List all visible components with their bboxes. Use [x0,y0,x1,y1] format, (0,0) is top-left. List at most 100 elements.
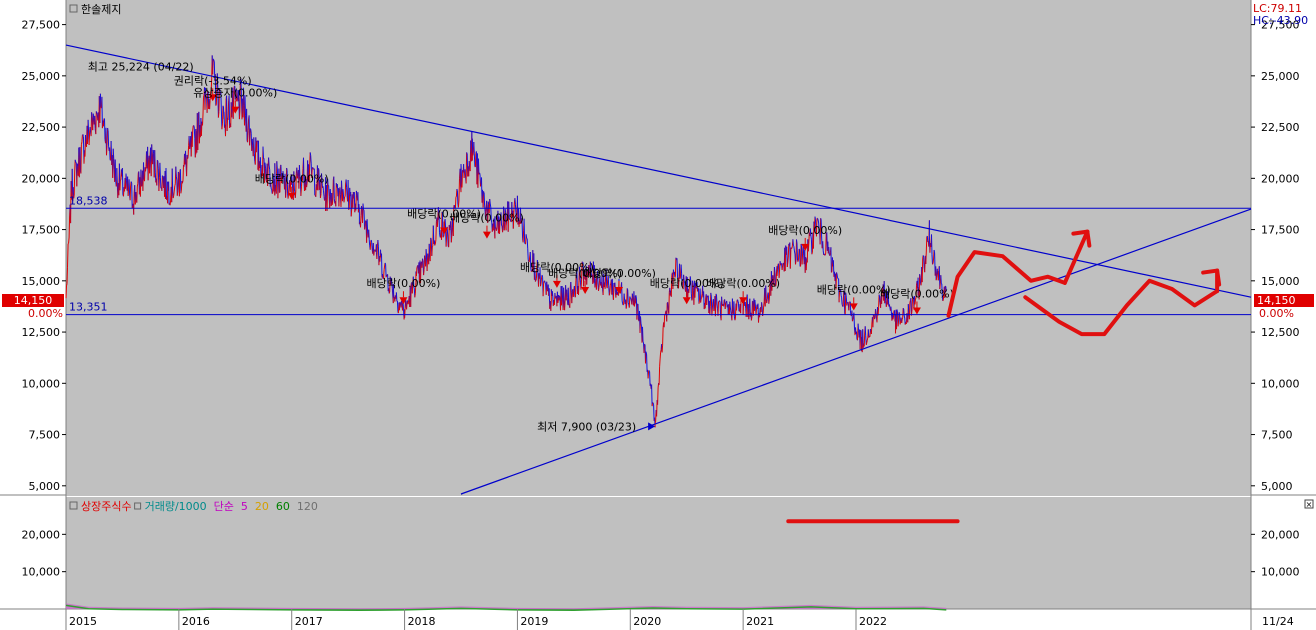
price-segment [830,247,832,273]
price-segment [350,209,353,217]
price-segment [109,147,111,160]
price-segment [542,283,545,297]
price-segment [572,288,575,297]
price-segment [106,127,109,146]
price-segment [662,327,664,346]
price-segment [434,239,437,244]
price-segment [143,162,145,180]
price-segment [182,164,184,181]
price-segment [346,187,348,196]
price-segment [907,304,910,313]
price-segment [171,168,174,193]
price-segment [487,201,490,205]
price-segment [355,190,358,196]
horizontal-line-label: 18,538 [69,194,108,207]
price-segment [701,293,703,298]
price-segment [911,300,913,312]
price-segment [856,331,858,340]
price-segment [621,282,623,301]
price-segment [465,152,468,184]
price-segment [626,288,628,305]
close-icon-glyph[interactable]: × [1306,500,1313,509]
price-segment [598,280,600,288]
price-segment [646,354,648,372]
volume-legend-item[interactable]: 거래량/1000 [145,500,207,513]
price-segment [474,153,477,168]
price-segment [271,192,274,195]
current-pct-left: 0.00% [28,307,63,320]
price-segment [676,258,678,277]
price-segment [154,150,156,173]
volume-legend[interactable]: 상장주식수 거래량/1000 단순 5 20 60 120 [81,500,318,513]
price-segment [107,130,110,147]
price-segment [642,341,644,343]
price-segment [76,163,79,167]
price-segment [892,310,895,318]
price-segment [151,144,153,162]
price-segment [331,200,334,205]
price-segment [193,125,195,127]
volume-legend-item[interactable]: 120 [297,500,318,513]
price-segment [473,153,476,167]
year-label: 2021 [746,615,774,628]
price-segment [903,315,906,319]
price-segment [578,280,580,295]
volume-legend-item[interactable]: 단순 [214,500,234,513]
stock-chart[interactable]: 18,538 13,351 권리락(-3.54%)유상증자(0.00%) 배당락(0… [0,0,1316,630]
price-segment [923,257,925,269]
price-segment [407,300,410,305]
price-segment [594,283,596,288]
price-segment [526,237,528,240]
price-tick-label-left: 5,000 [29,480,61,493]
price-segment [801,253,804,265]
price-segment [459,168,461,186]
price-segment [430,237,432,240]
price-segment [377,239,379,247]
price-segment [374,249,376,252]
price-segment [106,145,108,156]
price-segment [919,274,921,278]
price-segment [608,292,611,296]
price-segment [174,183,176,187]
volume-legend-item[interactable]: 상장주식수 [81,500,132,513]
price-segment [270,188,273,190]
price-segment [738,303,740,312]
price-segment [659,352,662,359]
price-segment [68,216,71,238]
price-segment [99,93,102,107]
price-segment [135,191,137,201]
volume-legend-item[interactable]: 20 [255,500,269,513]
volume-legend-item[interactable]: 60 [276,500,290,513]
price-segment [643,344,645,353]
price-segment [762,305,765,314]
price-segment [627,289,629,303]
price-segment [66,283,68,286]
price-segment [601,282,604,290]
price-segment [623,293,626,301]
price-segment [786,262,789,268]
price-segment [736,300,738,311]
price-segment [571,291,573,304]
price-segment [926,235,929,242]
volume-legend-item[interactable]: 5 [241,500,248,513]
price-segment [793,250,796,255]
price-segment [846,302,848,306]
price-segment [177,171,180,174]
price-segment [381,253,383,278]
price-segment [255,140,258,153]
price-segment [179,169,182,194]
price-segment [635,295,637,299]
price-segment [268,157,270,166]
price-segment [925,251,927,265]
price-segment [246,108,248,141]
price-segment [431,245,434,248]
price-segment [750,316,753,321]
stock-title[interactable]: 한솔제지 [81,3,121,16]
volume-plot-area[interactable] [66,497,1251,609]
price-segment [851,310,853,322]
price-segment [776,269,778,277]
price-segment [249,128,251,146]
price-segment [137,172,139,184]
price-segment [424,255,426,260]
price-segment [719,300,721,303]
